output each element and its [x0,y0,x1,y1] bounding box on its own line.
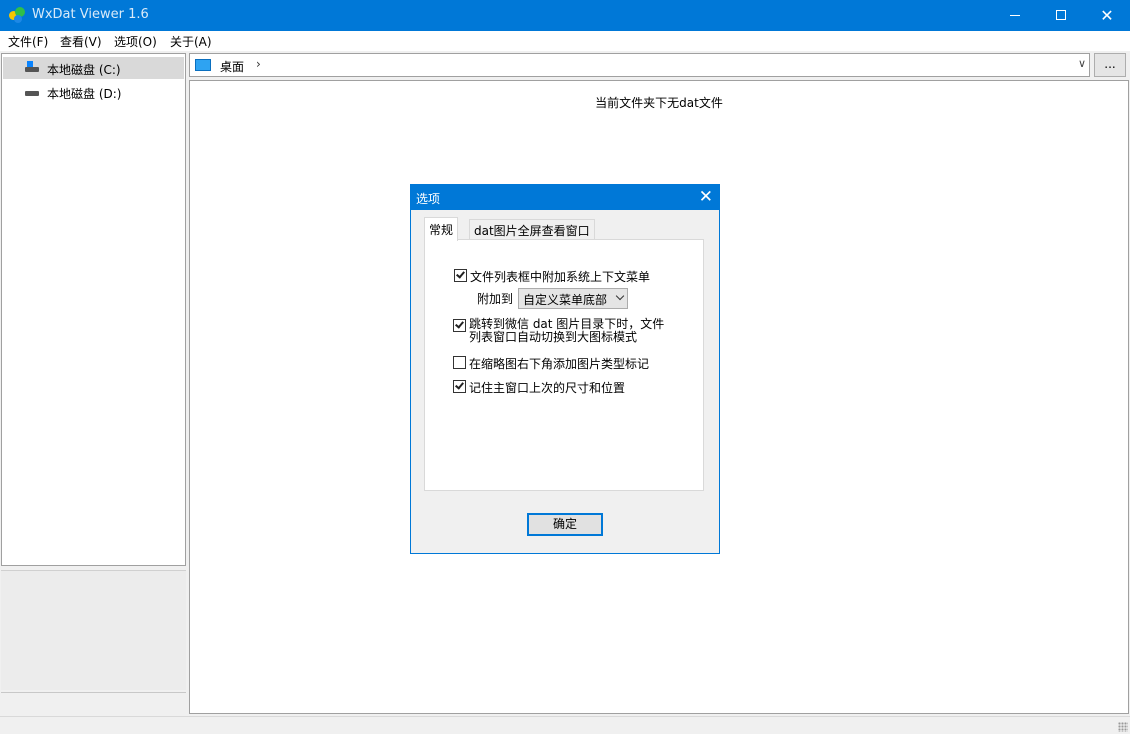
chevron-right-icon[interactable]: › [256,57,261,71]
select-value: 自定义菜单底部 [523,293,608,307]
menu-about[interactable]: 关于(A) [170,33,212,50]
left-status-strip [1,692,186,714]
maximize-button[interactable] [1038,0,1084,31]
tree-item-drive-c[interactable]: 本地磁盘 (C:) [3,57,184,79]
checkbox[interactable] [453,356,466,369]
tree-item-label: 本地磁盘 (D:) [47,87,122,101]
drive-tree: 本地磁盘 (C:) 本地磁盘 (D:) [1,53,186,566]
option-label: 记住主窗口上次的尺寸和位置 [469,381,626,395]
menu-options[interactable]: 选项(O) [114,33,157,50]
chevron-down-icon[interactable]: ∨ [1078,57,1086,70]
option-label: 在缩略图右下角添加图片类型标记 [469,357,650,371]
minimize-icon [1010,15,1020,16]
tab-fullscreen-viewer[interactable]: dat图片全屏查看窗口 [469,219,595,240]
system-drive-icon [25,61,39,73]
window-title: WxDat Viewer 1.6 [32,7,149,22]
option-label: 跳转到微信 dat 图片目录下时，文件 列表窗口自动切换到大图标模式 [469,318,689,344]
maximize-icon [1056,10,1066,20]
attach-to-label: 附加到 [477,292,514,306]
address-location[interactable]: 桌面 [220,58,244,75]
minimize-button[interactable] [992,0,1038,31]
menu-file[interactable]: 文件(F) [8,33,48,50]
desktop-icon [195,59,211,71]
option-label-line-1: 跳转到微信 dat 图片目录下时，文件 [469,317,665,331]
close-button[interactable]: ✕ [1084,0,1130,31]
close-icon: ✕ [1100,6,1114,25]
option-label-line-2: 列表窗口自动切换到大图标模式 [469,330,638,344]
attach-position-select[interactable]: 自定义菜单底部 [518,288,628,309]
address-bar[interactable]: 桌面 › ∨ [189,53,1090,77]
empty-message: 当前文件夹下无dat文件 [595,96,723,110]
checkbox[interactable] [453,380,466,393]
resize-grip-icon[interactable] [1118,722,1128,732]
chevron-down-icon [615,291,625,301]
ok-button[interactable]: 确定 [527,513,603,536]
dialog-title: 选项 [416,192,441,206]
checkbox[interactable] [454,269,467,282]
tab-general[interactable]: 常规 [424,217,459,241]
browse-button[interactable]: ... [1094,53,1126,77]
drive-icon [25,87,39,97]
title-bar: WxDat Viewer 1.6 ✕ [0,0,1130,31]
tree-item-label: 本地磁盘 (C:) [47,63,121,77]
options-dialog: 选项 ✕ 常规 dat图片全屏查看窗口 文件列表框中附加系统上下文菜单 附加到 … [410,184,720,554]
checkbox[interactable] [453,319,466,332]
app-logo-icon [9,7,25,23]
status-bar [0,716,1130,734]
tree-item-drive-d[interactable]: 本地磁盘 (D:) [3,81,184,103]
menu-view[interactable]: 查看(V) [60,33,102,50]
dialog-close-icon[interactable]: ✕ [699,187,713,207]
menu-bar: 文件(F) 查看(V) 选项(O) 关于(A) [0,31,1130,51]
dialog-title-bar: 选项 ✕ [411,185,719,210]
preview-panel [1,570,186,690]
option-label: 文件列表框中附加系统上下文菜单 [470,270,651,284]
